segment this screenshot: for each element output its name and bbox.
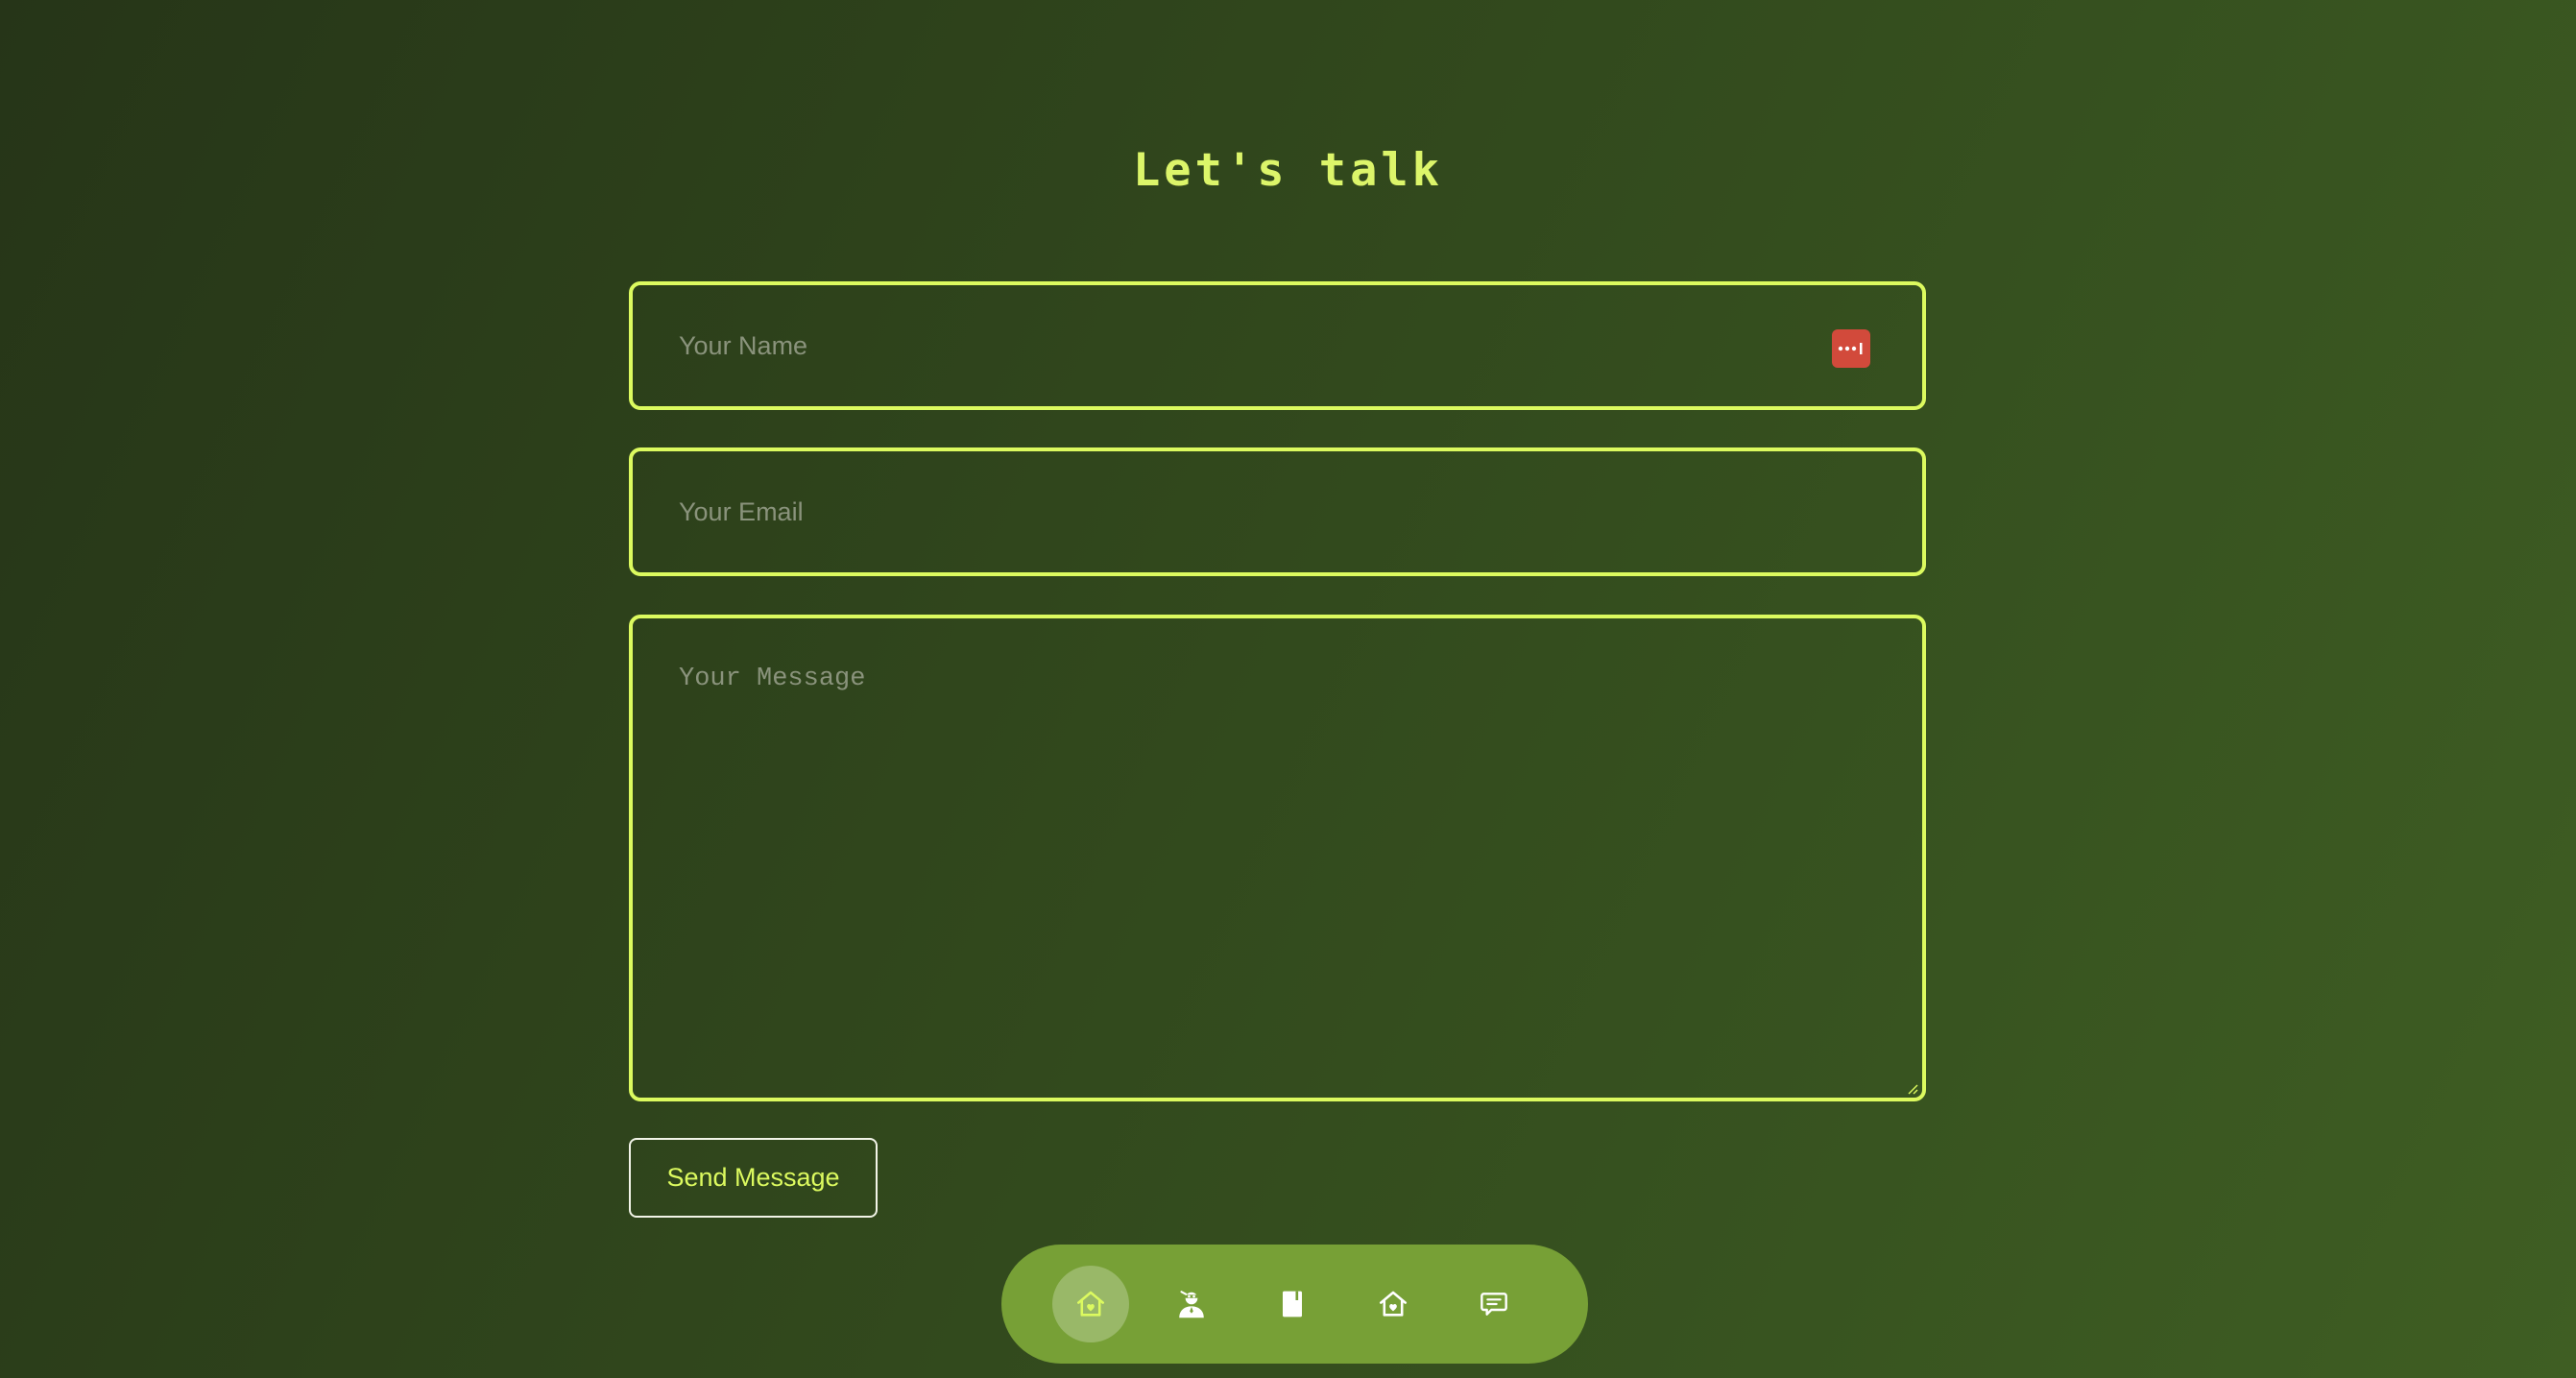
email-field-container — [629, 447, 1926, 576]
name-field-container — [629, 281, 1926, 410]
nav-item-home-secondary[interactable] — [1355, 1266, 1432, 1342]
nav-item-chat[interactable] — [1456, 1266, 1532, 1342]
email-input[interactable] — [633, 451, 1922, 572]
send-message-button[interactable]: Send Message — [629, 1138, 878, 1218]
home-heart-icon — [1076, 1291, 1105, 1317]
user-icon — [1179, 1291, 1204, 1318]
page-title: Let's talk — [1133, 144, 1443, 197]
nav-item-profile[interactable] — [1153, 1266, 1230, 1342]
message-field-container — [629, 615, 1926, 1101]
bottom-nav — [1001, 1245, 1588, 1364]
resize-grip-icon[interactable] — [1907, 1082, 1918, 1095]
book-icon — [1283, 1291, 1302, 1318]
message-textarea[interactable] — [633, 618, 1922, 1098]
nav-item-book[interactable] — [1254, 1266, 1331, 1342]
chat-icon — [1481, 1293, 1507, 1316]
name-input[interactable] — [633, 285, 1922, 406]
nav-item-home[interactable] — [1052, 1266, 1129, 1342]
password-manager-icon[interactable] — [1832, 329, 1870, 368]
home-heart-icon — [1379, 1291, 1408, 1317]
